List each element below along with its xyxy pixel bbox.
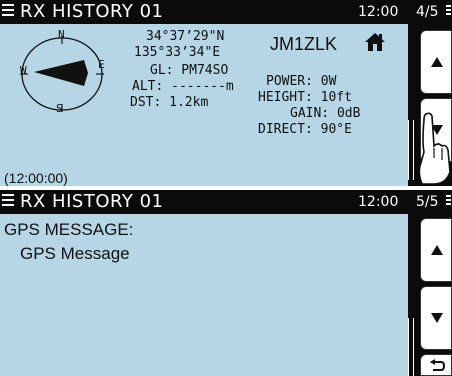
up-arrow-icon (431, 245, 443, 255)
page-indicator: 5/5 (416, 194, 439, 210)
screen-title: RX HISTORY 01 (20, 1, 164, 22)
compass-s: S (56, 102, 63, 115)
title-bar: RX HISTORY 01 12:00 5/5 (0, 190, 452, 214)
gain: GAIN: 0dB (290, 106, 361, 121)
up-arrow-icon (431, 57, 443, 67)
timestamp: (12:00:00) (4, 170, 68, 186)
compass-n: N (58, 28, 65, 41)
page-indicator: 4/5 (416, 4, 439, 20)
gps-message-text: GPS Message (20, 244, 130, 263)
scroll-down-button[interactable] (420, 286, 452, 350)
message-content: GPS MESSAGE: GPS Message (0, 214, 408, 376)
compass-icon (20, 36, 104, 112)
back-icon (430, 359, 445, 371)
title-bar: RX HISTORY 01 12:00 4/5 (0, 0, 452, 24)
signal-icon (446, 195, 451, 209)
compass-e: E (98, 58, 105, 71)
back-button[interactable] (420, 354, 452, 376)
scrollbar-thumb[interactable] (409, 318, 413, 376)
signal-icon (446, 5, 451, 19)
latitude: 34°37’29"N (146, 29, 225, 44)
altitude: ALT: -------m (132, 79, 234, 94)
grid-locator: GL: PM74SO (150, 63, 229, 78)
screen-title: RX HISTORY 01 (20, 191, 164, 212)
power: POWER: 0W (266, 74, 337, 89)
menu-icon[interactable] (2, 4, 14, 20)
scroll-up-button[interactable] (420, 218, 452, 282)
scroll-up-button[interactable] (420, 30, 452, 94)
distance: DST: 1.2km (130, 95, 209, 110)
clock: 12:00 (358, 4, 399, 20)
menu-icon[interactable] (2, 194, 14, 210)
compass-w: W (20, 64, 27, 77)
height: HEIGHT: 10ft (258, 90, 352, 105)
clock: 12:00 (358, 194, 399, 210)
longitude: 135°33’34"E (134, 45, 221, 60)
rx-history-screen-1: RX HISTORY 01 12:00 4/5 N E S W 34°37’29… (0, 0, 452, 186)
detail-content: N E S W 34°37’29"N 135°33’34"E GL: PM74S… (0, 24, 408, 186)
down-arrow-icon (431, 313, 443, 323)
rx-history-screen-2: RX HISTORY 01 12:00 5/5 GPS MESSAGE: GPS… (0, 190, 452, 376)
home-icon (365, 33, 385, 51)
pointing-hand-icon (418, 112, 451, 185)
callsign: JM1ZLK (270, 34, 338, 54)
direction: DIRECT: 90°E (258, 122, 352, 137)
gps-message-heading: GPS MESSAGE: (4, 220, 134, 239)
scrollbar-thumb[interactable] (409, 120, 413, 180)
